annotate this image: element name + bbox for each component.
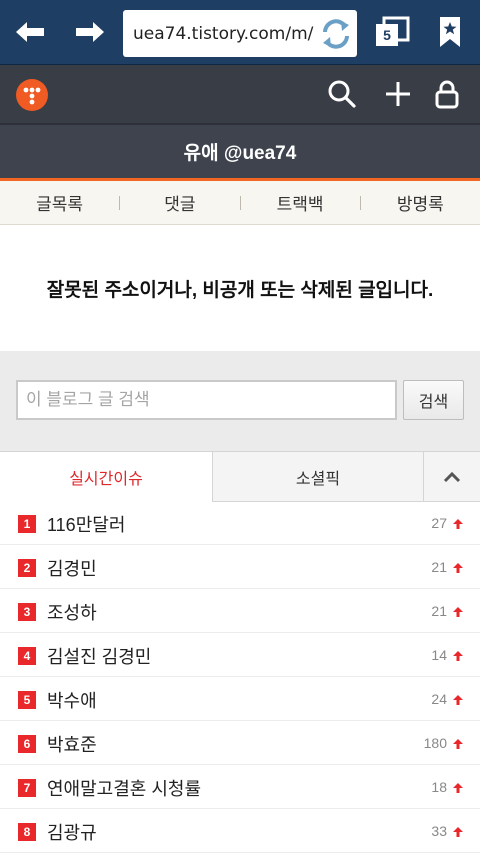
- list-item[interactable]: 2 김경민 21: [0, 545, 480, 589]
- issue-count: 24: [431, 691, 447, 707]
- issue-keyword[interactable]: 김광규: [47, 819, 97, 845]
- rise-arrow-icon: [453, 695, 463, 705]
- rise-arrow-icon: [453, 607, 463, 617]
- blog-search-area: 검색: [0, 351, 480, 451]
- issue-count: 14: [431, 647, 447, 663]
- rise-arrow-icon: [453, 651, 463, 661]
- list-item[interactable]: 6 박효준 180: [0, 721, 480, 765]
- issue-keyword[interactable]: 조성하: [47, 599, 97, 625]
- rise-arrow-icon: [453, 783, 463, 793]
- blog-nav: 글목록 댓글 트랙백 방명록: [0, 181, 480, 225]
- nav-guestbook[interactable]: 방명록: [361, 190, 480, 215]
- url-text: uea74.tistory.com/m/: [133, 23, 314, 44]
- plus-icon[interactable]: [383, 79, 413, 109]
- issue-count: 21: [431, 559, 447, 575]
- arrow-right-icon: [76, 22, 104, 42]
- issue-keyword[interactable]: 116만달러: [47, 511, 125, 537]
- tab-social-pick[interactable]: 소셜픽: [213, 452, 423, 502]
- issue-keyword[interactable]: 김경민: [47, 555, 97, 581]
- reload-icon[interactable]: [317, 15, 355, 53]
- error-message: 잘못된 주소이거나, 비공개 또는 삭제된 글입니다.: [46, 279, 434, 301]
- issue-count: 33: [431, 823, 447, 839]
- rank-badge: 2: [18, 559, 36, 577]
- tab-live-issues[interactable]: 실시간이슈: [0, 452, 213, 502]
- collapse-button[interactable]: [423, 452, 480, 502]
- rise-arrow-icon: [453, 827, 463, 837]
- forward-button[interactable]: [64, 10, 116, 54]
- site-header: [0, 65, 480, 123]
- address-bar[interactable]: uea74.tistory.com/m/: [123, 10, 357, 57]
- rise-arrow-icon: [453, 739, 463, 749]
- rank-badge: 7: [18, 779, 36, 797]
- issue-count: 21: [431, 603, 447, 619]
- bookmark-button[interactable]: [424, 10, 476, 54]
- rise-arrow-icon: [453, 563, 463, 573]
- list-item[interactable]: 1 116만달러 27: [0, 501, 480, 545]
- rank-badge: 6: [18, 735, 36, 753]
- search-icon[interactable]: [327, 79, 357, 109]
- tistory-logo-icon[interactable]: [16, 79, 48, 111]
- blog-search-input[interactable]: [16, 380, 397, 420]
- nav-comments[interactable]: 댓글: [120, 190, 239, 215]
- lock-icon[interactable]: [432, 79, 462, 109]
- rank-badge: 1: [18, 515, 36, 533]
- rank-badge: 8: [18, 823, 36, 841]
- blog-title[interactable]: 유애 @uea74: [184, 138, 297, 165]
- rank-badge: 3: [18, 603, 36, 621]
- list-item[interactable]: 5 박수애 24: [0, 677, 480, 721]
- blog-title-bar: 유애 @uea74: [0, 123, 480, 178]
- list-item[interactable]: 3 조성하 21: [0, 589, 480, 633]
- issue-keyword[interactable]: 연애말고결혼 시청률: [47, 775, 201, 801]
- browser-toolbar: uea74.tistory.com/m/ 5: [0, 0, 480, 65]
- issue-count: 18: [431, 779, 447, 795]
- issue-tabs: 실시간이슈 소셜픽: [0, 451, 480, 502]
- issue-keyword[interactable]: 김설진 김경민: [47, 643, 151, 669]
- search-button[interactable]: 검색: [403, 380, 464, 420]
- back-button[interactable]: [4, 10, 56, 54]
- tabs-button[interactable]: 5: [366, 10, 418, 54]
- bookmark-star-icon: [440, 17, 460, 47]
- issue-keyword[interactable]: 박효준: [47, 731, 97, 757]
- list-item[interactable]: 7 연애말고결혼 시청률 18: [0, 765, 480, 809]
- list-item[interactable]: 8 김광규 33: [0, 809, 480, 853]
- issue-list: 1 116만달러 27 2 김경민 21 3 조성하 21 4 김설진 김경민 …: [0, 501, 480, 853]
- error-message-area: 잘못된 주소이거나, 비공개 또는 삭제된 글입니다.: [0, 225, 480, 351]
- rank-badge: 5: [18, 691, 36, 709]
- list-item[interactable]: 4 김설진 김경민 14: [0, 633, 480, 677]
- issue-keyword[interactable]: 박수애: [47, 687, 97, 713]
- issue-count: 180: [423, 735, 447, 751]
- nav-trackback[interactable]: 트랙백: [241, 190, 360, 215]
- arrow-left-icon: [16, 22, 44, 42]
- nav-posts[interactable]: 글목록: [0, 190, 119, 215]
- issue-count: 27: [431, 515, 447, 531]
- chevron-up-icon: [443, 471, 461, 482]
- rise-arrow-icon: [453, 519, 463, 529]
- rank-badge: 4: [18, 647, 36, 665]
- tab-count: 5: [376, 24, 398, 46]
